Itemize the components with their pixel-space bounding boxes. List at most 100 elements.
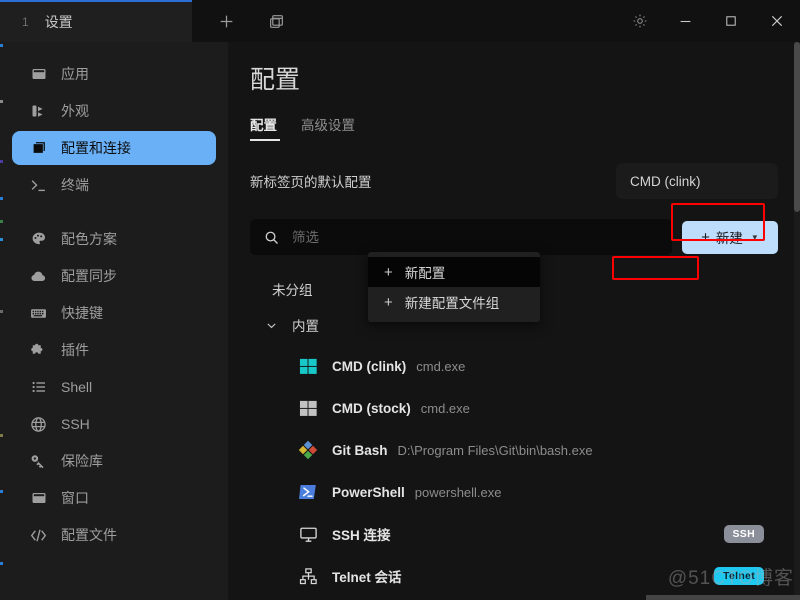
tab-title: 设置	[44, 14, 73, 30]
list-item[interactable]: Git Bash D:\Program Files\Git\bin\bash.e…	[250, 429, 778, 471]
sidebar-item-apps[interactable]: 应用	[12, 57, 216, 91]
tab-profiles[interactable]: 配置	[250, 114, 280, 141]
new-button[interactable]: + 新建 ▼	[682, 220, 778, 254]
default-profile-select[interactable]: CMD (clink)	[616, 163, 778, 199]
edge-ticks	[0, 42, 3, 600]
sidebar-item-plugins[interactable]: 插件	[12, 333, 216, 367]
list-item[interactable]: CMD (clink) cmd.exe	[250, 345, 778, 387]
sidebar-item-label: 窗口	[61, 490, 89, 506]
window-controls	[618, 0, 800, 42]
status-badge: SSH	[723, 525, 764, 543]
menu-item-label: 新建配置文件组	[404, 296, 500, 311]
default-profile-row: 新标签页的默认配置 CMD (clink)	[250, 163, 778, 199]
status-badge: Telnet	[714, 567, 764, 585]
sidebar-item-label: SSH	[61, 416, 90, 432]
sidebar-item-label: 保险库	[61, 453, 103, 469]
sidebar-item-label: 终端	[61, 177, 89, 193]
default-profile-label: 新标签页的默认配置	[250, 175, 372, 190]
plus-icon: +	[384, 293, 393, 311]
horizontal-scrollbar[interactable]	[228, 594, 800, 600]
chevron-down-icon: ▼	[750, 232, 759, 242]
sidebar-item-label: Shell	[61, 379, 93, 395]
list-icon	[30, 379, 47, 396]
windows-cyan-icon	[298, 356, 318, 376]
search-box[interactable]	[250, 219, 672, 255]
profile-name: CMD (stock)	[332, 400, 411, 416]
profile-name: Telnet 会话	[332, 570, 402, 585]
maximize-button[interactable]	[708, 0, 754, 42]
vertical-scrollbar-thumb[interactable]	[794, 42, 800, 212]
list-item[interactable]: PowerShell powershell.exe	[250, 471, 778, 513]
sidebar-item-config-file[interactable]: 配置文件	[12, 518, 216, 552]
windows-gray-icon	[298, 398, 318, 418]
chevron-down-icon	[264, 319, 278, 332]
sidebar-item-vault[interactable]: 保险库	[12, 444, 216, 478]
menu-item-label: 新配置	[404, 266, 446, 281]
sidebar-item-config-sync[interactable]: 配置同步	[12, 259, 216, 293]
globe-icon	[30, 416, 47, 433]
tab-settings[interactable]: 1 设置	[0, 0, 192, 42]
sidebar: 应用 外观 配置和连接 终端 配色方案 配置同步 快捷键 插件 Shell SS…	[0, 42, 228, 600]
new-dropdown-menu: + 新配置 + 新建配置文件组	[368, 252, 540, 322]
settings-tabs: 配置 高级设置	[250, 114, 800, 141]
titlebar-actions	[192, 0, 618, 42]
new-tab-button[interactable]	[206, 1, 246, 41]
gear-icon[interactable]	[618, 0, 662, 42]
powershell-icon	[298, 482, 318, 502]
terminal-icon	[30, 177, 47, 194]
sidebar-divider	[0, 205, 228, 219]
sidebar-item-ssh[interactable]: SSH	[12, 407, 216, 441]
profile-path: cmd.exe	[416, 358, 466, 374]
list-item[interactable]: Telnet 会话 Telnet	[250, 555, 778, 597]
git-icon	[298, 440, 318, 460]
app-window: 1 设置 应用 外观 配置和连接 终端 配色方案 配置同步 快捷键 插件 She…	[0, 0, 800, 600]
sidebar-item-label: 快捷键	[61, 305, 103, 321]
close-button[interactable]	[754, 0, 800, 42]
page-title: 配置	[250, 66, 301, 94]
title-bar: 1 设置	[0, 0, 800, 42]
sidebar-item-label: 外观	[61, 103, 89, 119]
profile-name: SSH 连接	[332, 528, 391, 543]
profile-path: powershell.exe	[414, 484, 502, 500]
vertical-scrollbar[interactable]	[794, 42, 800, 600]
monitor-icon	[298, 524, 318, 544]
sidebar-item-profiles[interactable]: 配置和连接	[12, 131, 216, 165]
sidebar-item-window[interactable]: 窗口	[12, 481, 216, 515]
menu-item-new-profile[interactable]: + 新配置	[368, 257, 540, 287]
window-icon	[30, 490, 47, 507]
keyboard-icon	[30, 305, 47, 322]
palette-icon	[30, 231, 47, 248]
code-icon	[30, 527, 47, 544]
profiles-list: CMD (clink) cmd.exe CMD (stock) cmd.exe	[250, 345, 778, 597]
search-row: + 新建 ▼	[250, 219, 778, 255]
sidebar-item-terminal[interactable]: 终端	[12, 168, 216, 202]
horizontal-scrollbar-thumb[interactable]	[646, 595, 800, 600]
list-item[interactable]: SSH 连接 SSH	[250, 513, 778, 555]
plus-icon: +	[701, 228, 710, 246]
sidebar-item-appearance[interactable]: 外观	[12, 94, 216, 128]
profile-path: D:\Program Files\Git\bin\bash.exe	[397, 442, 593, 458]
minimize-button[interactable]	[662, 0, 708, 42]
split-pane-button[interactable]	[256, 1, 296, 41]
tab-index: 1	[22, 15, 29, 29]
cloud-icon	[30, 268, 47, 285]
menu-item-new-profile-group[interactable]: + 新建配置文件组	[368, 287, 540, 317]
profile-path: cmd.exe	[420, 400, 470, 416]
window-icon	[30, 66, 47, 83]
search-input[interactable]	[292, 220, 672, 254]
profiles-icon	[30, 140, 47, 157]
sidebar-item-shell[interactable]: Shell	[12, 370, 216, 404]
sidebar-item-label: 配色方案	[61, 231, 117, 247]
sidebar-item-label: 应用	[61, 66, 89, 82]
tab-advanced[interactable]: 高级设置	[301, 114, 355, 141]
new-button-wrap: + 新建 ▼	[682, 220, 778, 254]
sidebar-item-label: 插件	[61, 342, 89, 358]
sidebar-item-hotkeys[interactable]: 快捷键	[12, 296, 216, 330]
network-icon	[298, 566, 318, 586]
profile-name: CMD (clink)	[332, 358, 407, 374]
sidebar-item-color-schemes[interactable]: 配色方案	[12, 222, 216, 256]
sidebar-item-label: 配置和连接	[61, 140, 131, 156]
profile-name: Git Bash	[332, 442, 388, 458]
group-builtin-label: 内置	[292, 319, 319, 334]
list-item[interactable]: CMD (stock) cmd.exe	[250, 387, 778, 429]
